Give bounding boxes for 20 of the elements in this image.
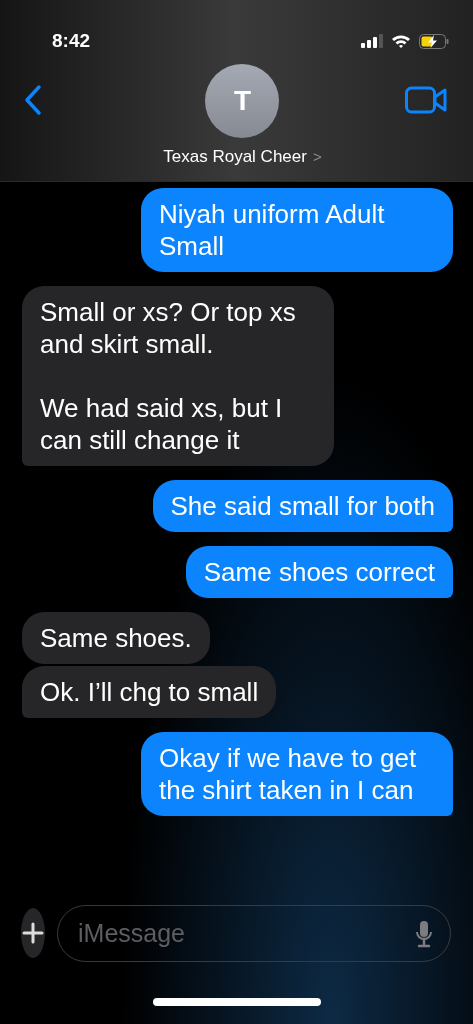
received-message: Ok. I’ll chg to small bbox=[22, 666, 277, 718]
received-message: Same shoes. bbox=[22, 612, 210, 664]
status-time: 8:42 bbox=[52, 28, 91, 53]
received-message: Small or xs? Or top xs and skirt small. We had said xs, but I can still change it bbox=[22, 286, 334, 466]
signal-icon bbox=[361, 34, 383, 48]
contact-avatar[interactable]: T bbox=[205, 64, 280, 138]
sent-message: Same shoes correct bbox=[185, 546, 453, 598]
wifi-icon bbox=[391, 34, 411, 48]
chevron[interactable]: > bbox=[312, 145, 322, 168]
microphone-icon[interactable] bbox=[415, 919, 433, 948]
contact-name[interactable]: Texas Royal Cheer bbox=[163, 144, 307, 170]
sent-message: She said small for both bbox=[152, 480, 453, 532]
sent-message: Okay if we have to get the shirt taken in I can bbox=[141, 732, 453, 816]
sent-message: Niyah uniform Adult Small bbox=[141, 188, 453, 272]
battery-charging-icon bbox=[419, 33, 449, 49]
video-call-icon[interactable] bbox=[405, 86, 447, 114]
plus-icon bbox=[22, 922, 44, 944]
back-icon[interactable] bbox=[24, 84, 42, 116]
add-button[interactable] bbox=[21, 908, 45, 958]
message-input-field[interactable]: iMessage bbox=[57, 904, 451, 962]
